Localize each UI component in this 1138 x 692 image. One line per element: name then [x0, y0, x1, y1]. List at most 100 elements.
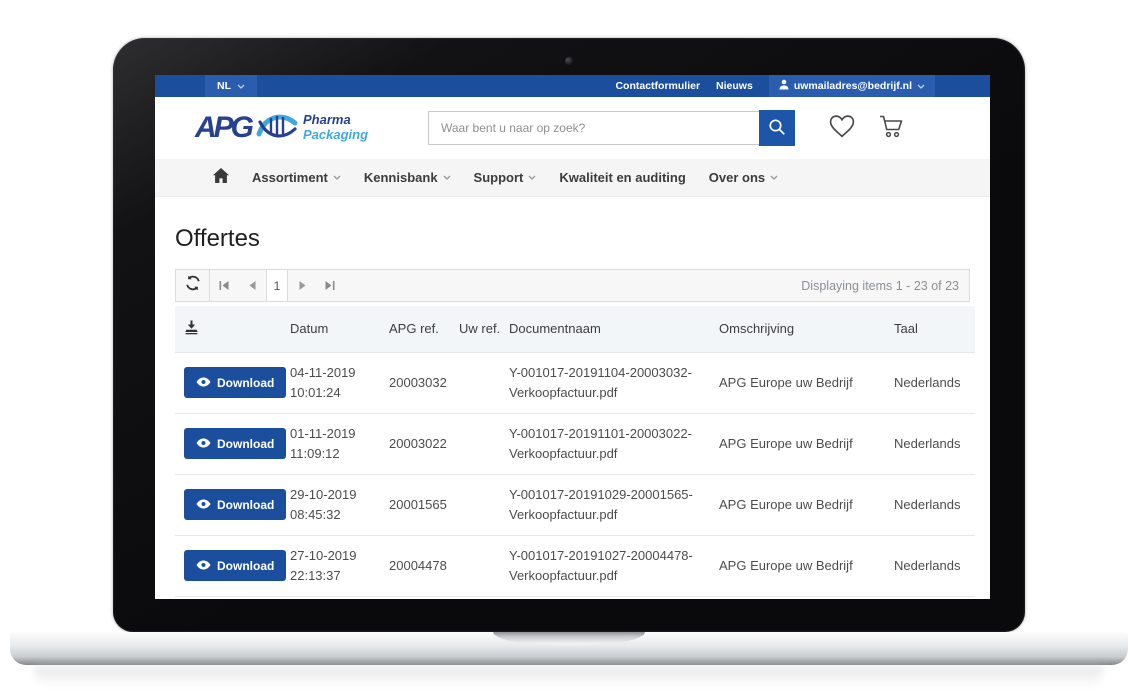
nav-item-label: Kwaliteit en auditing — [559, 170, 685, 185]
download-button[interactable]: Download — [184, 367, 286, 398]
apg-ref-cell: 20003022 — [385, 413, 455, 474]
nav-item-label: Support — [474, 170, 524, 185]
taal-cell: Nederlands — [890, 535, 975, 596]
uw-ref-cell — [455, 413, 505, 474]
search-bar — [428, 110, 795, 146]
topbar-links: Contactformulier Nieuws uwmailadres@bedr… — [615, 75, 935, 97]
table-row: Download 29-10-2019 08:45:32 20001565 Y-… — [175, 474, 975, 535]
table-row: Download 01-11-2019 11:09:12 20003022 Y-… — [175, 413, 975, 474]
download-tray-icon — [184, 323, 199, 338]
contact-link[interactable]: Contactformulier — [615, 80, 700, 92]
user-icon — [779, 79, 789, 93]
eye-icon — [196, 376, 211, 390]
header-datum: Datum — [290, 306, 385, 352]
page-first-icon — [219, 278, 229, 293]
pager-status-text: Displaying items 1 - 23 of 23 — [801, 279, 959, 293]
eye-icon — [196, 437, 211, 451]
apg-ref-cell: 20003032 — [385, 352, 455, 413]
pager-last-button[interactable] — [316, 270, 344, 301]
logo-apg-text: APG — [195, 113, 251, 143]
page-title: Offertes — [175, 225, 970, 253]
search-input[interactable] — [428, 111, 759, 145]
time-text: 10:01:24 — [290, 383, 381, 403]
nav-item-support[interactable]: Support — [474, 170, 537, 185]
nav-item-label: Over ons — [709, 170, 765, 185]
chevron-down-icon — [770, 175, 778, 180]
apg-ref-cell: 20004478 — [385, 535, 455, 596]
language-switcher[interactable]: NL — [205, 75, 257, 97]
taal-cell: Nederlands — [890, 413, 975, 474]
download-button-label: Download — [217, 376, 274, 390]
download-all-header — [175, 306, 290, 352]
cart-button[interactable] — [878, 114, 904, 142]
download-cell: Download — [175, 474, 290, 535]
search-button[interactable] — [759, 110, 795, 146]
chevron-down-icon — [917, 84, 925, 89]
nav-home[interactable] — [213, 168, 229, 188]
laptop-mockup-stage: NL Contactformulier Nieuws uwmailadres@b… — [0, 0, 1138, 692]
cart-icon — [878, 114, 904, 142]
chevron-down-icon — [237, 84, 245, 89]
user-menu[interactable]: uwmailadres@bedrijf.nl — [769, 75, 935, 97]
download-cell: Download — [175, 535, 290, 596]
date-text: 01-11-2019 — [290, 424, 381, 444]
pager-prev-button[interactable] — [238, 270, 266, 301]
date-text: 27-10-2019 — [290, 546, 381, 566]
grid-toolbar: 1 Displaying items 1 - 23 of 23 — [175, 269, 970, 302]
heart-icon — [828, 114, 856, 142]
pager-current-page: 1 — [266, 270, 288, 301]
refresh-button[interactable] — [176, 270, 210, 301]
eye-icon — [196, 559, 211, 573]
site-header: APG Pharma Packaging — [155, 97, 990, 159]
nav-item-assortiment[interactable]: Assortiment — [252, 170, 341, 185]
page-next-icon — [299, 278, 306, 293]
omschrijving-cell: APG Europe uw Bedrijf — [715, 413, 890, 474]
nav-item-kennisbank[interactable]: Kennisbank — [364, 170, 451, 185]
news-link[interactable]: Nieuws — [716, 80, 753, 92]
table-row: Download 04-11-2019 10:01:24 20003032 Y-… — [175, 352, 975, 413]
page-prev-icon — [249, 278, 256, 293]
pager-next-button[interactable] — [288, 270, 316, 301]
dna-helix-icon — [256, 111, 298, 146]
download-button-label: Download — [217, 437, 274, 451]
chevron-down-icon — [443, 175, 451, 180]
download-button[interactable]: Download — [184, 428, 286, 459]
document-cell: Y-001017-20191101-20003022-Verkoopfactuu… — [505, 413, 715, 474]
logo-pharma-text: Pharma — [303, 113, 368, 128]
chevron-down-icon — [333, 175, 341, 180]
main-content: Offertes — [155, 225, 990, 597]
laptop-base — [10, 632, 1128, 665]
taal-cell: Nederlands — [890, 474, 975, 535]
pager-first-button[interactable] — [210, 270, 238, 301]
refresh-icon — [185, 275, 201, 296]
uw-ref-cell — [455, 535, 505, 596]
eye-icon — [196, 498, 211, 512]
taal-cell: Nederlands — [890, 352, 975, 413]
download-cell: Download — [175, 352, 290, 413]
pager: 1 — [210, 270, 344, 301]
user-email: uwmailadres@bedrijf.nl — [794, 80, 912, 92]
apg-ref-cell: 20001565 — [385, 474, 455, 535]
omschrijving-cell: APG Europe uw Bedrijf — [715, 535, 890, 596]
chevron-down-icon — [528, 175, 536, 180]
download-button[interactable]: Download — [184, 550, 286, 581]
header-apg-ref: APG ref. — [385, 306, 455, 352]
header-documentnaam: Documentnaam — [505, 306, 715, 352]
logo-packaging-text: Packaging — [303, 128, 368, 143]
wishlist-button[interactable] — [828, 114, 856, 142]
offertes-table: Datum APG ref. Uw ref. Documentnaam Omsc… — [175, 306, 975, 597]
nav-item-kwaliteit[interactable]: Kwaliteit en auditing — [559, 170, 685, 185]
download-button[interactable]: Download — [184, 489, 286, 520]
laptop-base-notch — [493, 632, 645, 646]
time-text: 11:09:12 — [290, 444, 381, 464]
company-logo[interactable]: APG Pharma Packaging — [195, 111, 403, 146]
nav-item-over-ons[interactable]: Over ons — [709, 170, 778, 185]
date-text: 04-11-2019 — [290, 363, 381, 383]
document-cell: Y-001017-20191104-20003032-Verkoopfactuu… — [505, 352, 715, 413]
datum-cell: 29-10-2019 08:45:32 — [290, 474, 385, 535]
main-nav: Assortiment Kennisbank Support Kwaliteit… — [155, 159, 990, 197]
download-button-label: Download — [217, 559, 274, 573]
laptop-screen: NL Contactformulier Nieuws uwmailadres@b… — [155, 75, 990, 599]
header-taal: Taal — [890, 306, 975, 352]
table-header-row: Datum APG ref. Uw ref. Documentnaam Omsc… — [175, 306, 975, 352]
